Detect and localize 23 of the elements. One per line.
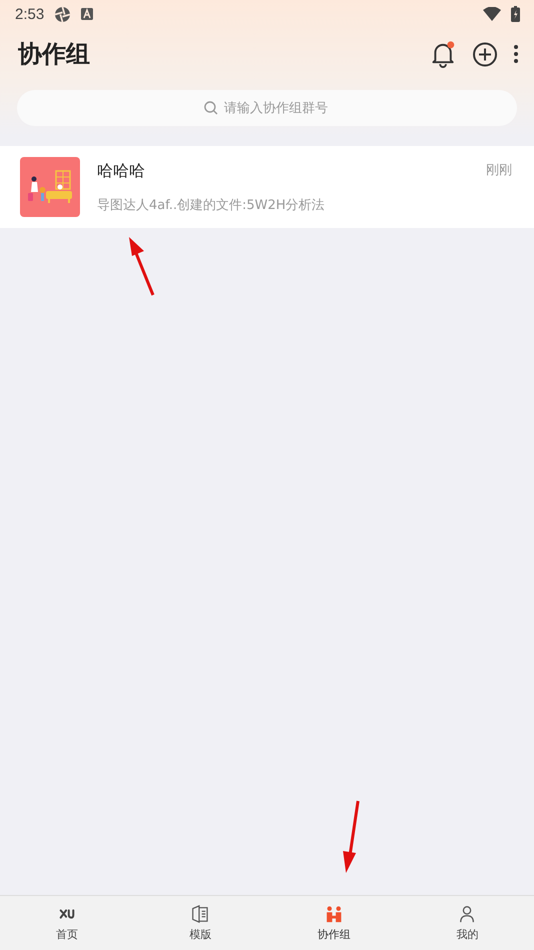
tab[interactable]: 首页 [0,896,134,950]
last-message: 导图达人4af..创建的文件:5W2H分析法 [97,196,326,214]
search-field[interactable]: 请输入协作组群号 [17,90,517,126]
tab[interactable]: 模版 [134,896,267,950]
more-icon[interactable] [514,44,518,64]
page-title: 协作组 [18,39,90,70]
group-name: 哈哈哈 [97,160,145,182]
aperture-icon [54,6,72,22]
user-icon [458,904,476,922]
search-icon [204,101,218,115]
battery-icon [511,6,520,22]
group-icon [324,904,343,922]
tab[interactable]: 我的 [400,896,534,950]
group-item[interactable]: 哈哈哈 刚刚 导图达人4af..创建的文件:5W2H分析法 [0,146,534,228]
bell-icon[interactable] [430,40,456,68]
book-icon [191,904,210,922]
add-icon[interactable] [472,40,498,68]
message-time: 刚刚 [486,162,512,180]
status-time: 2:53 [15,6,44,22]
keyboard-status-icon [81,8,94,20]
wifi-icon [483,7,501,21]
annotation-arrow [126,235,156,297]
tab[interactable]: 协作组 [267,896,400,950]
